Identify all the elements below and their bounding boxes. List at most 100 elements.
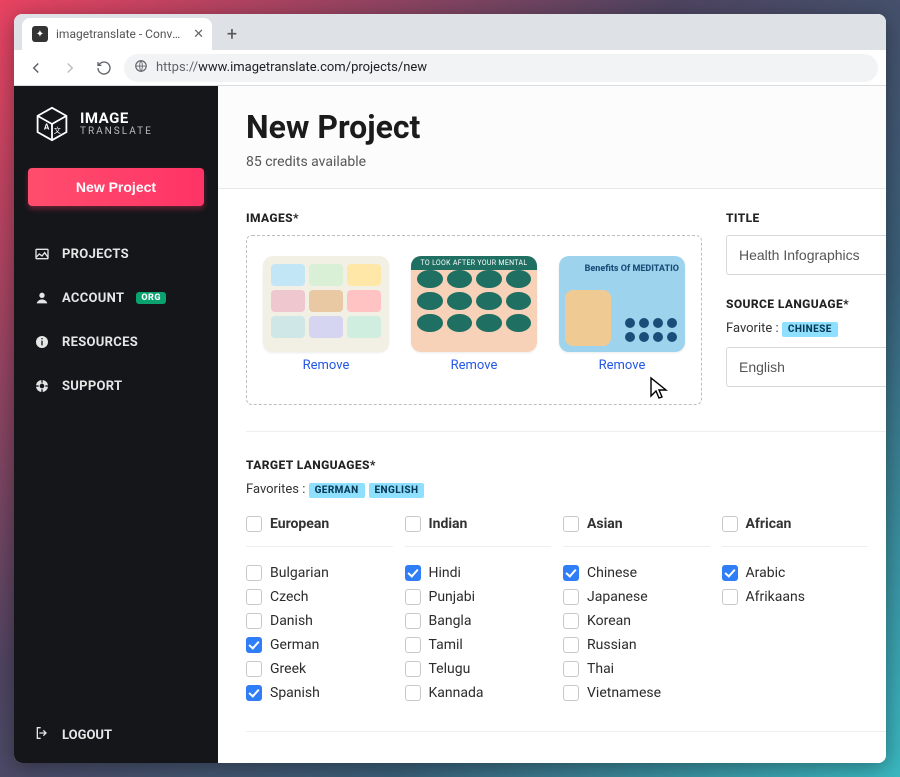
language-checkbox[interactable] [405, 565, 421, 581]
support-icon [34, 378, 50, 394]
language-checkbox[interactable] [246, 589, 262, 605]
language-checkbox[interactable] [563, 661, 579, 677]
language-checkbox[interactable] [405, 685, 421, 701]
browser-tabbar: ✦ imagetranslate - Convert imag ✕ + [14, 14, 886, 50]
language-column: African ArabicAfrikaans [722, 516, 869, 705]
site-info-icon[interactable] [134, 59, 148, 77]
target-favorites-row: Favorites : GERMANENGLISH [246, 482, 868, 498]
language-option[interactable]: Tamil [405, 633, 552, 657]
language-option[interactable]: Danish [246, 609, 393, 633]
sidebar-item-projects[interactable]: PROJECTS [14, 232, 218, 276]
language-checkbox[interactable] [563, 613, 579, 629]
new-tab-button[interactable]: + [218, 20, 246, 48]
language-group-header[interactable]: Asian [563, 516, 710, 547]
image-thumbnail[interactable]: Benefits Of MEDITATIO [559, 256, 685, 352]
favorite-chip-english[interactable]: ENGLISH [369, 483, 425, 498]
language-option[interactable]: Vietnamese [563, 681, 710, 705]
language-option[interactable]: Korean [563, 609, 710, 633]
language-checkbox[interactable] [246, 565, 262, 581]
language-checkbox[interactable] [722, 565, 738, 581]
language-checkbox[interactable] [246, 661, 262, 677]
group-checkbox[interactable] [563, 516, 579, 532]
language-checkbox[interactable] [405, 589, 421, 605]
sidebar-item-account[interactable]: ACCOUNT ORG [14, 276, 218, 320]
language-option[interactable]: Thai [563, 657, 710, 681]
brand-logo[interactable]: A文 IMAGE TRANSLATE [14, 86, 218, 164]
language-checkbox[interactable] [246, 613, 262, 629]
title-label: TITLE [726, 211, 886, 225]
language-group-header[interactable]: Indian [405, 516, 552, 547]
remove-image-link[interactable]: Remove [303, 358, 350, 373]
image-thumbnail[interactable]: TO LOOK AFTER YOUR MENTAL [411, 256, 537, 352]
language-option[interactable]: Spanish [246, 681, 393, 705]
language-option[interactable]: Bangla [405, 609, 552, 633]
sidebar-item-label: RESOURCES [62, 335, 138, 350]
language-checkbox[interactable] [563, 637, 579, 653]
projects-icon [34, 246, 50, 262]
language-option[interactable]: Afrikaans [722, 585, 869, 609]
tab-close-icon[interactable]: ✕ [193, 27, 204, 42]
language-option[interactable]: Bulgarian [246, 561, 393, 585]
language-group-header[interactable]: European [246, 516, 393, 547]
nav-back-button[interactable] [22, 54, 50, 82]
nav-reload-button[interactable] [90, 54, 118, 82]
group-checkbox[interactable] [722, 516, 738, 532]
language-option[interactable]: Russian [563, 633, 710, 657]
language-group-header[interactable]: African [722, 516, 869, 547]
group-header-label: Asian [587, 516, 623, 532]
image-dropzone[interactable]: Remove TO LOOK AFTER YOUR MENTAL Remove [246, 235, 702, 405]
language-checkbox[interactable] [246, 685, 262, 701]
favorite-chip-german[interactable]: GERMAN [309, 483, 365, 498]
group-header-label: Indian [429, 516, 468, 532]
group-checkbox[interactable] [405, 516, 421, 532]
page-title: New Project [246, 108, 858, 146]
language-option[interactable]: Telugu [405, 657, 552, 681]
sidebar-item-support[interactable]: SUPPORT [14, 364, 218, 408]
credits-available: 85 credits available [246, 154, 858, 170]
remove-image-link[interactable]: Remove [599, 358, 646, 373]
language-label: Telugu [429, 661, 471, 677]
new-project-button[interactable]: New Project [28, 168, 204, 206]
sidebar-item-resources[interactable]: RESOURCES [14, 320, 218, 364]
language-checkbox[interactable] [405, 613, 421, 629]
source-language-input[interactable] [726, 347, 886, 387]
language-option[interactable]: Chinese [563, 561, 710, 585]
browser-tab[interactable]: ✦ imagetranslate - Convert imag ✕ [22, 18, 212, 50]
image-thumbnail[interactable] [263, 256, 389, 352]
language-option[interactable]: Punjabi [405, 585, 552, 609]
language-label: Bulgarian [270, 565, 329, 581]
language-checkbox[interactable] [563, 685, 579, 701]
language-option[interactable]: Arabic [722, 561, 869, 585]
language-label: Greek [270, 661, 306, 677]
language-label: Kannada [429, 685, 484, 701]
sidebar-nav: PROJECTS ACCOUNT ORG RESOURCES SUPPORT [14, 232, 218, 408]
url-text: https://www.imagetranslate.com/projects/… [156, 60, 427, 75]
language-option[interactable]: Japanese [563, 585, 710, 609]
project-title-input[interactable] [726, 235, 886, 275]
language-checkbox[interactable] [563, 589, 579, 605]
url-input[interactable]: https://www.imagetranslate.com/projects/… [124, 54, 878, 82]
language-label: Russian [587, 637, 637, 653]
language-label: Chinese [587, 565, 637, 581]
logout-button[interactable]: LOGOUT [14, 707, 218, 763]
language-label: Japanese [587, 589, 648, 605]
brand-text: IMAGE TRANSLATE [80, 111, 153, 137]
language-checkbox[interactable] [722, 589, 738, 605]
language-option[interactable]: German [246, 633, 393, 657]
language-label: Hindi [429, 565, 461, 581]
nav-forward-button[interactable] [56, 54, 84, 82]
language-checkbox[interactable] [246, 637, 262, 653]
favorite-chip-chinese[interactable]: CHINESE [782, 322, 838, 337]
language-checkbox[interactable] [405, 661, 421, 677]
language-option[interactable]: Czech [246, 585, 393, 609]
language-option[interactable]: Hindi [405, 561, 552, 585]
language-option[interactable]: Kannada [405, 681, 552, 705]
language-option[interactable]: Greek [246, 657, 393, 681]
language-checkbox[interactable] [563, 565, 579, 581]
language-label: Czech [270, 589, 308, 605]
language-checkbox[interactable] [405, 637, 421, 653]
language-label: Korean [587, 613, 631, 629]
language-column: Indian Hindi PunjabiBanglaTamil Telugu Kanna… [405, 516, 552, 705]
group-checkbox[interactable] [246, 516, 262, 532]
remove-image-link[interactable]: Remove [451, 358, 498, 373]
